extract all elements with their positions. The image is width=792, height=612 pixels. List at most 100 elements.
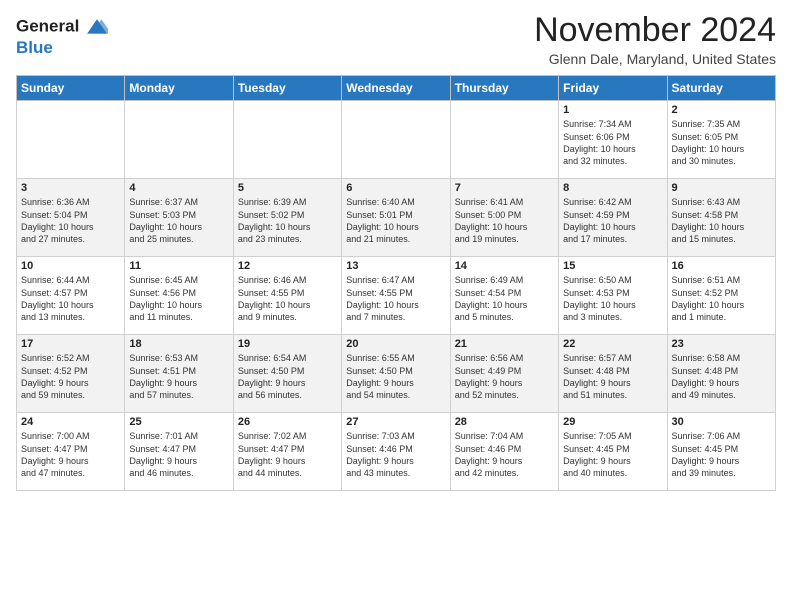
- day-info: Sunrise: 6:49 AM Sunset: 4:54 PM Dayligh…: [455, 274, 554, 323]
- day-info: Sunrise: 6:54 AM Sunset: 4:50 PM Dayligh…: [238, 352, 337, 401]
- day-number: 27: [346, 416, 445, 428]
- logo-icon: [86, 16, 108, 38]
- calendar-cell: 2 Sunrise: 7:35 AM Sunset: 6:05 PM Daylig…: [667, 101, 775, 179]
- month-title: November 2024: [534, 12, 776, 49]
- calendar-cell: 21 Sunrise: 6:56 AM Sunset: 4:49 PM Dayli…: [450, 335, 558, 413]
- calendar-cell: 15 Sunrise: 6:50 AM Sunset: 4:53 PM Dayli…: [559, 257, 667, 335]
- day-info: Sunrise: 7:03 AM Sunset: 4:46 PM Dayligh…: [346, 430, 445, 479]
- day-info: Sunrise: 6:44 AM Sunset: 4:57 PM Dayligh…: [21, 274, 120, 323]
- col-header-monday: Monday: [125, 76, 233, 101]
- calendar-cell: 16Sunrise: 6:51 AM Sunset: 4:52 PM Dayli…: [667, 257, 775, 335]
- col-header-wednesday: Wednesday: [342, 76, 450, 101]
- col-header-tuesday: Tuesday: [233, 76, 341, 101]
- col-header-friday: Friday: [559, 76, 667, 101]
- logo-blue: Blue: [16, 38, 108, 58]
- calendar-cell: 6 Sunrise: 6:40 AM Sunset: 5:01 PM Daylig…: [342, 179, 450, 257]
- day-number: 21: [455, 338, 554, 350]
- calendar-header-row: SundayMondayTuesdayWednesdayThursdayFrid…: [17, 76, 776, 101]
- calendar-cell: 12Sunrise: 6:46 AM Sunset: 4:55 PM Dayli…: [233, 257, 341, 335]
- calendar-cell: 17 Sunrise: 6:52 AM Sunset: 4:52 PM Dayli…: [17, 335, 125, 413]
- day-number: 5: [238, 182, 337, 194]
- location: Glenn Dale, Maryland, United States: [534, 51, 776, 67]
- day-number: 6: [346, 182, 445, 194]
- day-number: 24: [21, 416, 120, 428]
- day-info: Sunrise: 7:34 AM Sunset: 6:06 PM Dayligh…: [563, 118, 662, 167]
- calendar-cell: 4 Sunrise: 6:37 AM Sunset: 5:03 PM Daylig…: [125, 179, 233, 257]
- day-number: 13: [346, 260, 445, 272]
- day-info: Sunrise: 6:58 AM Sunset: 4:48 PM Dayligh…: [672, 352, 771, 401]
- day-info: Sunrise: 7:05 AM Sunset: 4:45 PM Dayligh…: [563, 430, 662, 479]
- day-info: Sunrise: 6:57 AM Sunset: 4:48 PM Dayligh…: [563, 352, 662, 401]
- col-header-saturday: Saturday: [667, 76, 775, 101]
- logo-text: General Blue: [16, 16, 108, 58]
- calendar-cell: 20 Sunrise: 6:55 AM Sunset: 4:50 PM Dayli…: [342, 335, 450, 413]
- day-info: Sunrise: 6:42 AM Sunset: 4:59 PM Dayligh…: [563, 196, 662, 245]
- day-number: 9: [672, 182, 771, 194]
- day-number: 28: [455, 416, 554, 428]
- day-number: 4: [129, 182, 228, 194]
- calendar-cell: 23 Sunrise: 6:58 AM Sunset: 4:48 PM Dayli…: [667, 335, 775, 413]
- day-info: Sunrise: 7:02 AM Sunset: 4:47 PM Dayligh…: [238, 430, 337, 479]
- day-info: Sunrise: 6:36 AM Sunset: 5:04 PM Dayligh…: [21, 196, 120, 245]
- day-info: Sunrise: 6:40 AM Sunset: 5:01 PM Dayligh…: [346, 196, 445, 245]
- calendar-cell: 8 Sunrise: 6:42 AM Sunset: 4:59 PM Daylig…: [559, 179, 667, 257]
- calendar-cell: 27 Sunrise: 7:03 AM Sunset: 4:46 PM Dayli…: [342, 413, 450, 491]
- calendar-cell: 13 Sunrise: 6:47 AM Sunset: 4:55 PM Dayli…: [342, 257, 450, 335]
- day-info: Sunrise: 6:46 AM Sunset: 4:55 PM Dayligh…: [238, 274, 337, 323]
- calendar-cell: 25 Sunrise: 7:01 AM Sunset: 4:47 PM Dayli…: [125, 413, 233, 491]
- day-number: 15: [563, 260, 662, 272]
- day-info: Sunrise: 6:52 AM Sunset: 4:52 PM Dayligh…: [21, 352, 120, 401]
- logo: General Blue: [16, 16, 108, 58]
- day-info: Sunrise: 6:55 AM Sunset: 4:50 PM Dayligh…: [346, 352, 445, 401]
- day-info: Sunrise: 7:01 AM Sunset: 4:47 PM Dayligh…: [129, 430, 228, 479]
- day-number: 20: [346, 338, 445, 350]
- day-number: 8: [563, 182, 662, 194]
- calendar-week-2: 3 Sunrise: 6:36 AM Sunset: 5:04 PM Daylig…: [17, 179, 776, 257]
- day-number: 25: [129, 416, 228, 428]
- calendar-cell: 5Sunrise: 6:39 AM Sunset: 5:02 PM Daylig…: [233, 179, 341, 257]
- calendar-cell: [342, 101, 450, 179]
- day-number: 23: [672, 338, 771, 350]
- day-info: Sunrise: 6:43 AM Sunset: 4:58 PM Dayligh…: [672, 196, 771, 245]
- calendar-cell: 18Sunrise: 6:53 AM Sunset: 4:51 PM Dayli…: [125, 335, 233, 413]
- day-number: 26: [238, 416, 337, 428]
- calendar-cell: [450, 101, 558, 179]
- day-number: 10: [21, 260, 120, 272]
- day-number: 3: [21, 182, 120, 194]
- day-info: Sunrise: 6:47 AM Sunset: 4:55 PM Dayligh…: [346, 274, 445, 323]
- header-row: General Blue November 2024 Glenn Dale, M…: [16, 12, 776, 67]
- calendar-week-4: 17 Sunrise: 6:52 AM Sunset: 4:52 PM Dayli…: [17, 335, 776, 413]
- day-number: 19: [238, 338, 337, 350]
- day-info: Sunrise: 7:04 AM Sunset: 4:46 PM Dayligh…: [455, 430, 554, 479]
- day-info: Sunrise: 6:41 AM Sunset: 5:00 PM Dayligh…: [455, 196, 554, 245]
- day-number: 16: [672, 260, 771, 272]
- day-number: 30: [672, 416, 771, 428]
- day-info: Sunrise: 6:56 AM Sunset: 4:49 PM Dayligh…: [455, 352, 554, 401]
- calendar-cell: [17, 101, 125, 179]
- day-info: Sunrise: 6:37 AM Sunset: 5:03 PM Dayligh…: [129, 196, 228, 245]
- calendar-cell: 1Sunrise: 7:34 AM Sunset: 6:06 PM Daylig…: [559, 101, 667, 179]
- calendar-cell: 28 Sunrise: 7:04 AM Sunset: 4:46 PM Dayli…: [450, 413, 558, 491]
- day-number: 18: [129, 338, 228, 350]
- calendar-cell: 9 Sunrise: 6:43 AM Sunset: 4:58 PM Daylig…: [667, 179, 775, 257]
- calendar-week-1: 1Sunrise: 7:34 AM Sunset: 6:06 PM Daylig…: [17, 101, 776, 179]
- calendar-cell: 3 Sunrise: 6:36 AM Sunset: 5:04 PM Daylig…: [17, 179, 125, 257]
- day-number: 17: [21, 338, 120, 350]
- calendar-cell: 10 Sunrise: 6:44 AM Sunset: 4:57 PM Dayli…: [17, 257, 125, 335]
- day-number: 7: [455, 182, 554, 194]
- calendar-cell: 24Sunrise: 7:00 AM Sunset: 4:47 PM Dayli…: [17, 413, 125, 491]
- calendar-week-3: 10 Sunrise: 6:44 AM Sunset: 4:57 PM Dayli…: [17, 257, 776, 335]
- day-number: 11: [129, 260, 228, 272]
- col-header-thursday: Thursday: [450, 76, 558, 101]
- calendar-week-5: 24Sunrise: 7:00 AM Sunset: 4:47 PM Dayli…: [17, 413, 776, 491]
- day-info: Sunrise: 7:35 AM Sunset: 6:05 PM Dayligh…: [672, 118, 771, 167]
- page-container: General Blue November 2024 Glenn Dale, M…: [0, 0, 792, 499]
- title-block: November 2024 Glenn Dale, Maryland, Unit…: [534, 12, 776, 67]
- day-number: 2: [672, 104, 771, 116]
- day-number: 14: [455, 260, 554, 272]
- calendar-cell: 11 Sunrise: 6:45 AM Sunset: 4:56 PM Dayli…: [125, 257, 233, 335]
- day-info: Sunrise: 7:06 AM Sunset: 4:45 PM Dayligh…: [672, 430, 771, 479]
- day-info: Sunrise: 6:50 AM Sunset: 4:53 PM Dayligh…: [563, 274, 662, 323]
- day-number: 29: [563, 416, 662, 428]
- day-info: Sunrise: 6:45 AM Sunset: 4:56 PM Dayligh…: [129, 274, 228, 323]
